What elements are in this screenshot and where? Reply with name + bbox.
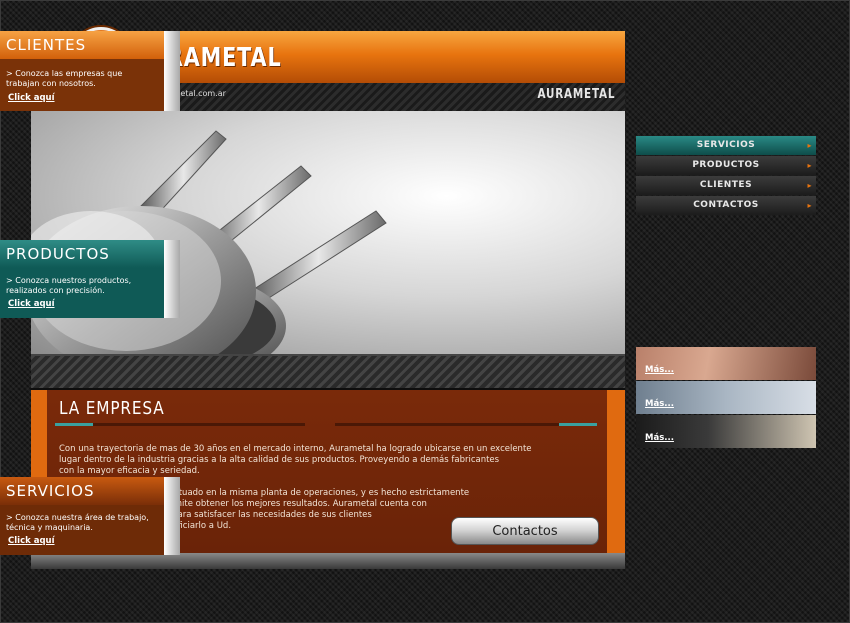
arrow-icon: ▸ [807,141,812,150]
empresa-divider-right [335,423,597,426]
clientes-link[interactable]: Click aquí [8,93,55,103]
hero-bottom-strip [31,354,625,388]
nav-servicios-label: SERVICIOS [696,140,756,150]
panel-right-tab [164,477,180,555]
clientes-text: > Conozca las empresas que trabajan con … [6,69,123,88]
nav-productos-label: PRODUCTOS [692,160,760,170]
divider-accent-right [559,423,597,426]
servicios-panel: SERVICIOS > Conozca nuestra área de trab… [0,477,180,555]
arrow-icon: ▸ [807,161,812,170]
servicios-text: > Conozca nuestra área de trabajo, técni… [6,513,149,532]
empresa-title: LA EMPRESA [59,398,165,419]
nav-clientes[interactable]: CLIENTES ▸ [636,176,816,195]
arrow-icon: ▸ [807,181,812,190]
nav-contactos[interactable]: CONTACTOS ▸ [636,196,816,215]
servicios-link[interactable]: Click aquí [8,536,55,546]
main-nav: SERVICIOS ▸ PRODUCTOS ▸ CLIENTES ▸ CONTA… [636,136,816,218]
empresa-right-bar [607,390,625,553]
productos-panel: PRODUCTOS > Conozca nuestros productos, … [0,240,180,318]
footer-strip [31,553,625,569]
gallery-link-2[interactable]: Más... [645,399,674,409]
panel-right-tab [164,31,180,111]
nav-servicios[interactable]: SERVICIOS ▸ [636,136,816,155]
empresa-divider-left [55,423,305,426]
arrow-icon: ▸ [807,201,812,210]
gallery-item-2[interactable]: Más... [636,381,816,414]
gallery-item-3[interactable]: Más... [636,415,816,448]
divider-accent-left [55,423,93,426]
productos-link[interactable]: Click aquí [8,299,55,309]
nav-clientes-label: CLIENTES [699,180,753,190]
header-brand-label: AURAMETAL [537,87,615,102]
empresa-paragraph-1: Con una trayectoria de mas de 30 años en… [59,444,532,476]
nav-contactos-label: CONTACTOS [693,200,759,210]
nav-productos[interactable]: PRODUCTOS ▸ [636,156,816,175]
gallery-link-3[interactable]: Más... [645,433,674,443]
gallery-link-1[interactable]: Más... [645,365,674,375]
clientes-panel: CLIENTES > Conozca las empresas que trab… [0,31,180,111]
gallery-item-1[interactable]: Más... [636,347,816,380]
productos-text: > Conozca nuestros productos, realizados… [6,276,132,295]
productos-title: PRODUCTOS [0,240,164,268]
panel-right-tab [164,240,180,318]
contactos-button[interactable]: Contactos [451,517,599,545]
clientes-title: CLIENTES [0,31,164,59]
gallery: Más... Más... Más... [636,347,816,449]
servicios-title: SERVICIOS [0,477,164,505]
